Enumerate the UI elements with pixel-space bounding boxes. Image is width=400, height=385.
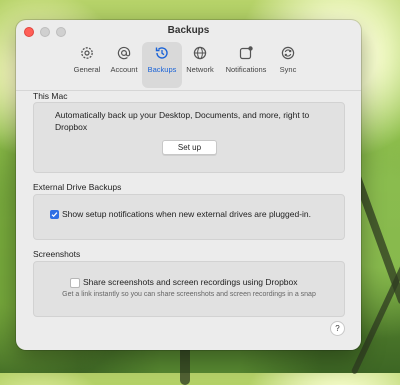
preferences-window: Backups General Account Backups Network … bbox=[16, 20, 361, 350]
tab-label: Notifications bbox=[225, 65, 267, 74]
tab-account[interactable]: Account bbox=[104, 42, 144, 88]
tab-notifications[interactable]: Notifications bbox=[223, 42, 269, 88]
this-mac-panel: Automatically back up your Desktop, Docu… bbox=[33, 102, 345, 173]
window-title: Backups bbox=[167, 25, 210, 36]
globe-icon bbox=[193, 46, 207, 60]
screenshots-panel: Share screenshots and screen recordings … bbox=[33, 261, 345, 317]
tab-label: Backups bbox=[147, 65, 177, 74]
tab-label: Network bbox=[186, 65, 214, 74]
notification-badge-icon bbox=[239, 46, 253, 60]
section-heading-screenshots: Screenshots bbox=[33, 249, 81, 259]
share-screenshots-checkbox[interactable] bbox=[70, 278, 80, 288]
at-sign-icon bbox=[117, 46, 131, 60]
background-tree-branch bbox=[180, 345, 190, 385]
sync-icon bbox=[281, 46, 295, 60]
set-up-button[interactable]: Set up bbox=[162, 140, 217, 155]
external-drive-notifications-checkbox[interactable] bbox=[50, 210, 59, 219]
tab-label: Account bbox=[110, 65, 138, 74]
external-drive-panel: Show setup notifications when new extern… bbox=[33, 194, 345, 240]
section-heading-this-mac: This Mac bbox=[33, 91, 68, 101]
toolbar-divider bbox=[16, 90, 361, 91]
checkmark-icon bbox=[51, 212, 58, 218]
tab-sync[interactable]: Sync bbox=[268, 42, 308, 88]
external-drive-notifications-label[interactable]: Show setup notifications when new extern… bbox=[62, 209, 311, 219]
tab-label: Sync bbox=[279, 65, 297, 74]
gear-icon bbox=[81, 47, 93, 59]
section-heading-external-drive: External Drive Backups bbox=[33, 182, 122, 192]
preferences-toolbar: General Account Backups Network Notifica… bbox=[16, 42, 361, 90]
tab-label: General bbox=[73, 65, 101, 74]
tab-general[interactable]: General bbox=[67, 42, 107, 88]
tab-backups[interactable]: Backups bbox=[142, 42, 182, 88]
tab-network[interactable]: Network bbox=[180, 42, 220, 88]
share-screenshots-label[interactable]: Share screenshots and screen recordings … bbox=[83, 277, 298, 287]
this-mac-description: Automatically back up your Desktop, Docu… bbox=[55, 110, 310, 132]
history-clock-icon bbox=[155, 47, 168, 59]
title-bar: Backups bbox=[16, 20, 361, 40]
help-button[interactable]: ? bbox=[330, 321, 345, 336]
share-screenshots-hint: Get a link instantly so you can share sc… bbox=[62, 291, 316, 298]
